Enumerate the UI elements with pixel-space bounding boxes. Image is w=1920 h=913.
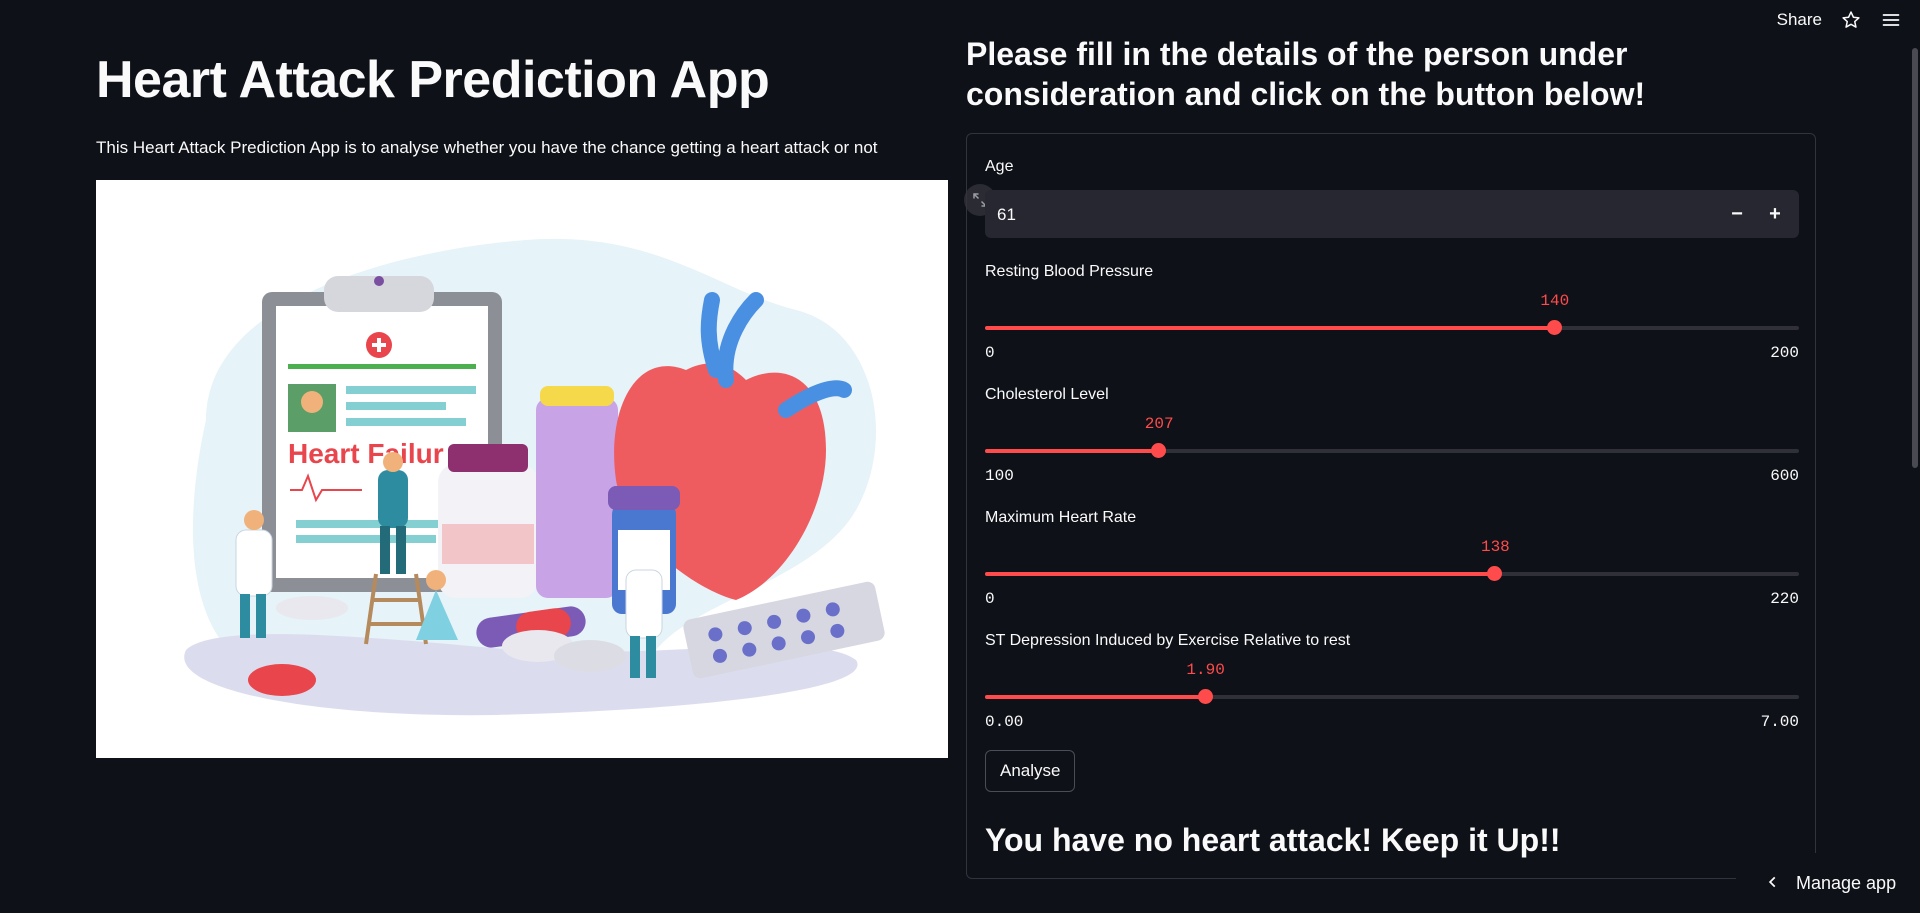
- top-toolbar: Share: [1777, 0, 1920, 40]
- slider-fill: [985, 695, 1206, 699]
- slider-value: 138: [1480, 538, 1510, 556]
- page-title: Heart Attack Prediction App: [96, 51, 770, 109]
- slider-max: 220: [1770, 590, 1799, 608]
- hamburger-menu-icon[interactable]: [1880, 9, 1902, 31]
- slider-fill: [985, 326, 1555, 330]
- age-label: Age: [985, 158, 1014, 175]
- slider-thumb[interactable]: [1151, 443, 1167, 458]
- age-decrement-button[interactable]: −: [1721, 198, 1753, 230]
- blood-pressure-slider[interactable]: 140 0 200: [985, 292, 1799, 362]
- slider-value: 140: [1540, 292, 1570, 310]
- slider-thumb[interactable]: [1487, 566, 1503, 581]
- age-number-input: − +: [985, 190, 1799, 240]
- manage-app-button[interactable]: Manage app: [1736, 853, 1920, 913]
- slider-label-st-depression: ST Depression Induced by Exercise Relati…: [985, 632, 1351, 649]
- app-description: This Heart Attack Prediction App is to a…: [96, 138, 878, 157]
- heart-failure-illustration: Heart Failur: [96, 180, 948, 758]
- slider-min: 0: [985, 344, 995, 362]
- slider-min: 0.00: [985, 713, 1024, 731]
- input-form: Age − + Resting Blood Pressure 140 0 200…: [966, 133, 1816, 879]
- slider-max: 200: [1770, 344, 1799, 362]
- analyse-button[interactable]: Analyse: [985, 750, 1076, 792]
- age-input[interactable]: [995, 190, 1599, 240]
- prediction-result: You have no heart attack! Keep it Up!!: [985, 822, 1561, 858]
- slider-label-cholesterol: Cholesterol Level: [985, 386, 1109, 403]
- left-column: Heart Attack Prediction App This Heart A…: [96, 40, 948, 158]
- slider-fill: [985, 449, 1160, 453]
- slider-thumb[interactable]: [1197, 689, 1213, 704]
- age-increment-button[interactable]: +: [1759, 198, 1791, 230]
- slider-value: 1.90: [1186, 661, 1225, 679]
- slider-fill: [985, 572, 1496, 576]
- slider-value: 207: [1144, 415, 1174, 433]
- slider-thumb[interactable]: [1546, 320, 1562, 335]
- slider-label-max-heart-rate: Maximum Heart Rate: [985, 509, 1137, 526]
- star-icon[interactable]: [1840, 9, 1862, 31]
- slider-max: 7.00: [1760, 713, 1799, 731]
- slider-min: 0: [985, 590, 995, 608]
- slider-min: 100: [985, 467, 1014, 485]
- slider-max: 600: [1770, 467, 1799, 485]
- share-button[interactable]: Share: [1777, 10, 1822, 30]
- scrollbar-thumb[interactable]: [1912, 48, 1918, 468]
- form-heading: Please fill in the details of the person…: [966, 36, 1646, 112]
- clipboard-heading-text: Heart Failur: [288, 438, 444, 469]
- manage-app-label: Manage app: [1796, 872, 1897, 893]
- chevron-left-icon: [1766, 873, 1780, 894]
- max-heart-rate-slider[interactable]: 138 0 220: [985, 538, 1799, 608]
- st-depression-slider[interactable]: 1.90 0.00 7.00: [985, 661, 1799, 731]
- cholesterol-slider[interactable]: 207 100 600: [985, 415, 1799, 485]
- slider-label-blood-pressure: Resting Blood Pressure: [985, 263, 1154, 280]
